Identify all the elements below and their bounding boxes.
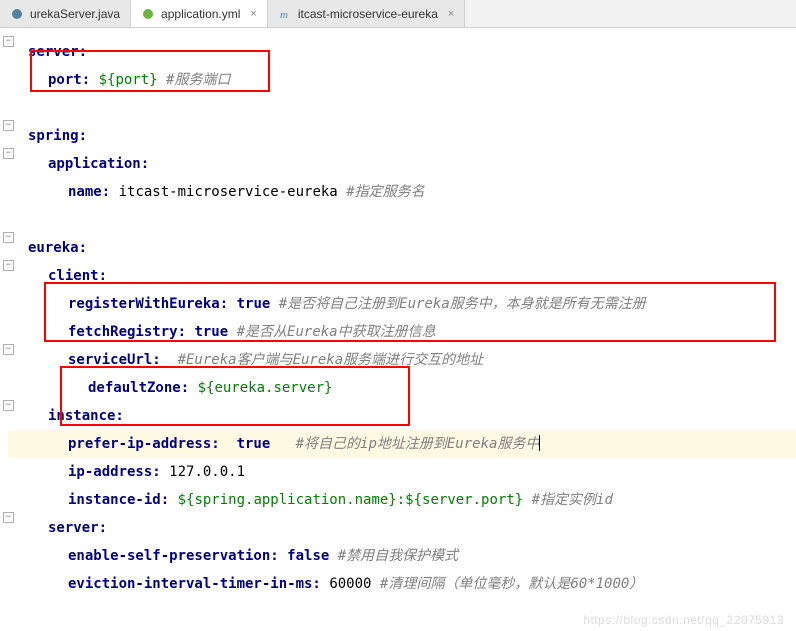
yaml-val: ${eureka.server}: [198, 380, 333, 396]
svg-text:m: m: [280, 9, 288, 20]
yaml-key-instance: instance:: [48, 408, 124, 424]
watermark: https://blog.csdn.net/qq_22075913: [583, 613, 784, 627]
yaml-comment: #禁用自我保护模式: [338, 548, 458, 564]
yaml-key-enableSelfPres: enable-self-preservation:: [68, 548, 279, 564]
yaml-key-spring: spring:: [28, 128, 87, 144]
tab-eureka-server-java[interactable]: urekaServer.java: [0, 0, 131, 27]
yaml-key-defaultZone: defaultZone:: [88, 380, 189, 396]
close-icon[interactable]: ×: [250, 8, 256, 20]
yaml-key-eureka: eureka:: [28, 240, 87, 256]
tab-label: itcast-microservice-eureka: [298, 7, 438, 21]
yaml-val-name: itcast-microservice-eureka: [119, 184, 338, 200]
yaml-val: 127.0.0.1: [169, 464, 245, 480]
java-icon: [10, 7, 24, 21]
yaml-key-fetchRegistry: fetchRegistry:: [68, 324, 186, 340]
yaml-val: false: [287, 548, 329, 564]
spring-icon: [141, 7, 155, 21]
yaml-key-port: port:: [48, 72, 90, 88]
yaml-key-application: application:: [48, 156, 149, 172]
yaml-val: true: [194, 324, 228, 340]
yaml-key-preferIp: prefer-ip-address:: [68, 436, 220, 452]
yaml-comment: #指定服务名: [346, 184, 424, 200]
yaml-key-name: name:: [68, 184, 110, 200]
yaml-comment: #服务端口: [166, 72, 230, 88]
yaml-val: ${spring.application.name}:${server.port…: [178, 492, 524, 508]
tab-label: application.yml: [161, 7, 240, 21]
yaml-key-client: client:: [48, 268, 107, 284]
tab-application-yml[interactable]: application.yml ×: [131, 0, 268, 27]
tab-bar: urekaServer.java application.yml × m itc…: [0, 0, 796, 28]
yaml-val: true: [237, 436, 271, 452]
yaml-key-ipAddress: ip-address:: [68, 464, 161, 480]
code-editor[interactable]: − server: port: ${port} #服务端口 − spring: …: [0, 28, 796, 608]
yaml-comment: #清理间隔（单位毫秒，默认是60*1000）: [380, 576, 643, 592]
close-icon[interactable]: ×: [448, 8, 454, 20]
yaml-key-server2: server:: [48, 520, 107, 536]
yaml-val: 60000: [329, 576, 371, 592]
yaml-val-port: ${port}: [99, 72, 158, 88]
yaml-comment: #将自己的ip地址注册到Eureka服务中: [296, 436, 540, 452]
yaml-comment: #是否将自己注册到Eureka服务中，本身就是所有无需注册: [279, 296, 646, 312]
yaml-comment: #Eureka客户端与Eureka服务端进行交互的地址: [178, 352, 484, 368]
yaml-val: true: [237, 296, 271, 312]
yaml-key-registerWithEureka: registerWithEureka:: [68, 296, 228, 312]
tab-label: urekaServer.java: [30, 7, 120, 21]
maven-icon: m: [278, 7, 292, 21]
yaml-key-server: server:: [28, 44, 87, 60]
yaml-key-instanceId: instance-id:: [68, 492, 169, 508]
yaml-key-serviceUrl: serviceUrl:: [68, 352, 161, 368]
yaml-comment: #是否从Eureka中获取注册信息: [237, 324, 436, 340]
yaml-comment: #指定实例id: [532, 492, 613, 508]
text-cursor: [539, 435, 540, 451]
yaml-key-eviction: eviction-interval-timer-in-ms:: [68, 576, 321, 592]
tab-itcast-microservice[interactable]: m itcast-microservice-eureka ×: [268, 0, 465, 27]
